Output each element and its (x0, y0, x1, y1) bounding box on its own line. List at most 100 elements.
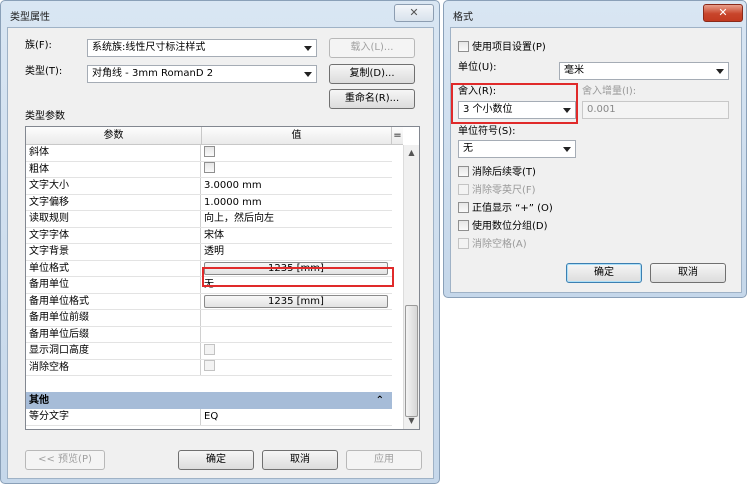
family-select[interactable]: 系统族:线性尺寸标注样式 (87, 39, 317, 57)
suppress-spaces-checkbox[interactable]: 消除空格(A) (458, 237, 527, 251)
param-value[interactable]: 透明 (202, 244, 392, 260)
units-value: 毫米 (564, 65, 584, 76)
param-name: 备用单位 (26, 277, 201, 293)
param-name: 文字大小 (26, 178, 201, 194)
format-dialog-client: 使用项目设置(P) 单位(U): 毫米 舍入(R): 3 个小数位 舍入增量(I… (450, 27, 742, 293)
checkbox[interactable] (204, 343, 215, 355)
rounding-increment-input[interactable]: 0.001 (582, 101, 729, 119)
table-row[interactable]: 等分文字 EQ (26, 409, 392, 426)
table-row[interactable]: 斜体 (26, 145, 392, 162)
scroll-up-icon[interactable]: ▲ (404, 145, 419, 161)
params-scrollbar[interactable]: ▲ ▼ (403, 145, 419, 429)
collapse-icon: ⌃ (375, 395, 384, 406)
suppress-trailing-zeros-checkbox[interactable]: 消除后续零(T) (458, 165, 536, 179)
format-cancel-button[interactable]: 取消 (650, 263, 726, 283)
type-value: 对角线 - 3mm RomanD 2 (92, 68, 214, 79)
param-name: 单位格式 (26, 260, 201, 276)
checkbox-label: 消除后续零(T) (472, 167, 536, 178)
digit-grouping-checkbox[interactable]: 使用数位分组(D) (458, 219, 548, 233)
param-value (202, 343, 392, 359)
units-select[interactable]: 毫米 (559, 62, 729, 80)
param-name: 备用单位后缀 (26, 326, 201, 342)
checkbox[interactable] (458, 183, 469, 195)
type-params-label: 类型参数 (25, 111, 65, 122)
section-other[interactable]: 其他 ⌃ (26, 392, 392, 409)
param-value (202, 360, 392, 376)
apply-button[interactable]: 应用 (346, 450, 422, 470)
checkbox[interactable] (204, 145, 215, 157)
col-header-param[interactable]: 参数 (26, 127, 202, 145)
checkbox[interactable] (458, 40, 469, 52)
checkbox[interactable] (458, 219, 469, 231)
type-properties-client: 族(F): 系统族:线性尺寸标注样式 载入(L)... 类型(T): 对角线 -… (7, 27, 434, 479)
table-row[interactable]: 读取规则 向上，然后向左 (26, 211, 392, 228)
param-name: 备用单位前缀 (26, 310, 201, 326)
col-menu-button[interactable]: = (392, 127, 403, 145)
param-name: 等分文字 (26, 409, 201, 425)
checkbox-label: 消除零英尺(F) (472, 185, 536, 196)
type-properties-window: 类型属性 ✕ 族(F): 系统族:线性尺寸标注样式 载入(L)... 类型(T)… (0, 0, 440, 484)
param-value[interactable]: EQ (202, 409, 392, 425)
col-header-value[interactable]: 值 (202, 127, 392, 145)
ok-button[interactable]: 确定 (178, 450, 254, 470)
alt-unit-format-button[interactable]: 1235 [mm] (204, 294, 388, 308)
param-value[interactable]: 宋体 (202, 228, 392, 244)
table-row[interactable]: 文字背景 透明 (26, 244, 392, 261)
format-ok-button[interactable]: 确定 (566, 263, 642, 283)
checkbox[interactable] (204, 360, 215, 371)
units-label: 单位(U): (458, 62, 497, 73)
use-project-settings-checkbox[interactable]: 使用项目设置(P) (458, 40, 546, 54)
checkbox[interactable] (458, 201, 469, 213)
table-row[interactable]: 文字偏移 1.0000 mm (26, 194, 392, 211)
show-plus-checkbox[interactable]: 正值显示 “+” (O) (458, 201, 553, 215)
table-row[interactable]: 粗体 (26, 161, 392, 178)
type-select[interactable]: 对角线 - 3mm RomanD 2 (87, 65, 317, 83)
suppress-zero-feet-checkbox[interactable]: 消除零英尺(F) (458, 183, 536, 197)
param-value[interactable] (202, 327, 392, 343)
checkbox[interactable] (204, 162, 215, 173)
scroll-thumb[interactable] (405, 305, 418, 417)
table-row[interactable]: 备用单位后缀 (26, 326, 392, 343)
table-row[interactable]: 备用单位格式 1235 [mm] (26, 293, 392, 310)
unit-symbol-value: 无 (463, 143, 473, 154)
chevron-down-icon (304, 72, 312, 77)
param-name: 消除空格 (26, 359, 201, 375)
param-name: 斜体 (26, 145, 201, 161)
param-name: 文字字体 (26, 227, 201, 243)
table-row[interactable]: 文字大小 3.0000 mm (26, 178, 392, 195)
table-row[interactable]: 备用单位前缀 (26, 310, 392, 327)
close-icon: ✕ (718, 6, 728, 19)
params-rows: 斜体 粗体 文字大小 3.0000 mm 文字偏移 1.0000 mm 读取规则 (26, 145, 392, 429)
table-row[interactable]: 文字字体 宋体 (26, 227, 392, 244)
param-value[interactable]: 1.0000 mm (202, 195, 392, 211)
checkbox-label: 消除空格(A) (472, 239, 527, 250)
checkbox[interactable] (458, 237, 469, 249)
checkbox[interactable] (458, 165, 469, 177)
cancel-button[interactable]: 取消 (262, 450, 338, 470)
close-icon: ✕ (409, 6, 419, 19)
param-name: 显示洞口高度 (26, 343, 201, 359)
highlight-rounding (451, 83, 578, 124)
param-name: 文字偏移 (26, 194, 201, 210)
load-button[interactable]: 载入(L)... (329, 38, 415, 58)
param-name: 粗体 (26, 161, 201, 177)
use-project-settings-label: 使用项目设置(P) (472, 42, 546, 53)
format-dialog-close-button[interactable]: ✕ (703, 4, 743, 22)
chevron-down-icon (563, 147, 571, 152)
table-row[interactable]: 消除空格 (26, 359, 392, 376)
unit-symbol-select[interactable]: 无 (458, 140, 576, 158)
rename-button[interactable]: 重命名(R)... (329, 89, 415, 109)
param-value[interactable]: 向上，然后向左 (202, 211, 392, 227)
preview-button[interactable]: << 预览(P) (25, 450, 105, 470)
param-value (202, 162, 392, 178)
highlight-unit-format (202, 267, 394, 287)
param-value[interactable]: 3.0000 mm (202, 178, 392, 194)
type-properties-close-button[interactable]: ✕ (394, 4, 434, 22)
duplicate-button[interactable]: 复制(D)... (329, 64, 415, 84)
scroll-down-icon[interactable]: ▼ (404, 413, 419, 429)
param-value[interactable] (202, 310, 392, 326)
type-label: 类型(T): (25, 66, 63, 77)
family-value: 系统族:线性尺寸标注样式 (92, 42, 206, 53)
table-row[interactable]: 显示洞口高度 (26, 343, 392, 360)
family-label: 族(F): (25, 40, 52, 51)
